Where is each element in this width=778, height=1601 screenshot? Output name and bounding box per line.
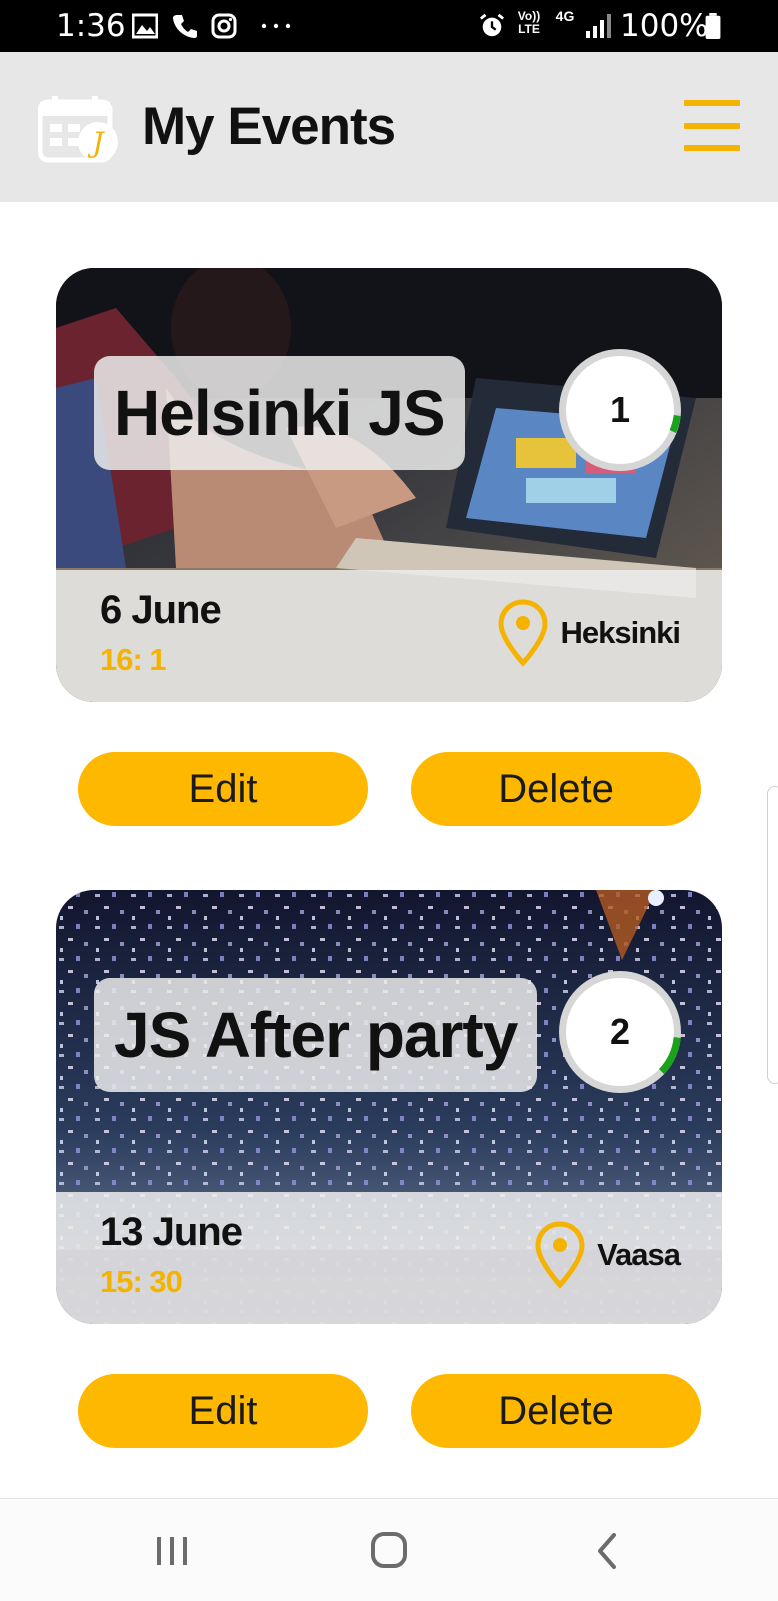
event-card[interactable]: JS After party 2 13 June 15: 30 Vaasa: [56, 890, 722, 1324]
event-info: 6 June 16: 1 Heksinki: [56, 570, 722, 702]
page-title: My Events: [142, 97, 396, 156]
event-date: 6 June: [100, 588, 222, 632]
signal-icon: [586, 14, 611, 38]
alarm-icon: [479, 13, 505, 37]
network-type: 4G: [555, 8, 575, 24]
phone-icon: [173, 15, 197, 38]
calendar-js-logo-icon: J: [38, 96, 118, 163]
delete-button[interactable]: Delete: [411, 1374, 701, 1448]
status-time: 1:36: [56, 8, 126, 44]
battery-percent: 100%: [620, 8, 709, 44]
hamburger-menu-button[interactable]: [684, 100, 740, 154]
menu-icon-bar: [684, 123, 740, 129]
event-title: JS After party: [94, 978, 538, 1092]
location-pin-icon: [498, 599, 548, 667]
menu-icon-bar: [684, 145, 740, 151]
location-pin-icon: [535, 1221, 585, 1289]
system-nav-bar: [0, 1498, 778, 1601]
event-location: Vaasa: [535, 1220, 681, 1290]
battery-icon: [705, 13, 721, 39]
participants-count: 2: [609, 1011, 631, 1052]
delete-button[interactable]: Delete: [411, 752, 701, 826]
app-header: J My Events: [0, 52, 778, 202]
event-location-text: Heksinki: [560, 615, 681, 650]
menu-icon-bar: [684, 100, 740, 106]
event-card[interactable]: Helsinki JS 1 6 June 16: 1 Heksinki: [56, 268, 722, 702]
event-title: Helsinki JS: [94, 356, 465, 470]
edit-button[interactable]: Edit: [78, 1374, 368, 1448]
event-time: 15: 30: [100, 1264, 183, 1299]
instagram-icon: [211, 13, 237, 39]
event-location-text: Vaasa: [597, 1237, 681, 1272]
event-info: 13 June 15: 30 Vaasa: [56, 1192, 722, 1324]
back-icon[interactable]: [578, 1523, 638, 1579]
recent-apps-icon[interactable]: [142, 1523, 202, 1579]
edit-button[interactable]: Edit: [78, 752, 368, 826]
participants-badge: 1: [554, 344, 686, 476]
event-date: 13 June: [100, 1210, 243, 1254]
home-icon[interactable]: [359, 1523, 419, 1579]
status-bar: 1:36 Vo)) LTE 4G 100%: [0, 0, 778, 52]
scrollbar[interactable]: [767, 786, 778, 1084]
event-location: Heksinki: [498, 598, 681, 668]
participants-badge: 2: [554, 966, 686, 1098]
participants-count: 1: [609, 389, 631, 430]
gallery-icon: [132, 13, 158, 39]
volte-indicator: Vo)) LTE: [517, 9, 541, 36]
more-icon: [261, 23, 291, 29]
event-time: 16: 1: [100, 642, 167, 677]
